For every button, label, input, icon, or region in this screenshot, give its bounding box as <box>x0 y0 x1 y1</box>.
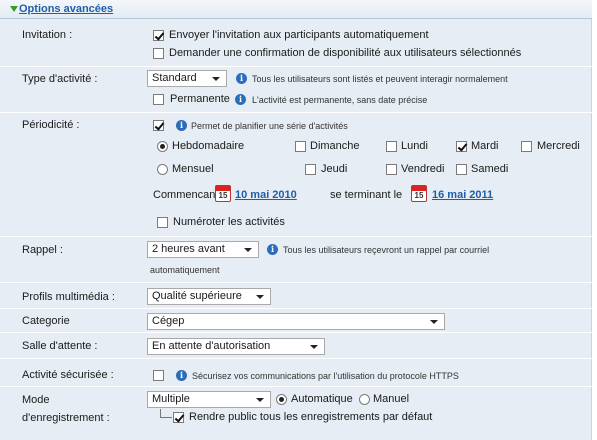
ask-confirmation-checkbox[interactable] <box>153 48 164 59</box>
public-recordings-label: Rendre public tous les enregistrements p… <box>189 411 433 423</box>
secure-info: Sécurisez vos communications par l'utili… <box>192 371 459 381</box>
recording-label-line2: d'enregistrement : <box>22 412 110 424</box>
waiting-room-value: En attente d'autorisation <box>152 340 271 352</box>
automatic-label: Automatique <box>291 393 353 405</box>
info-icon: i <box>176 120 187 131</box>
calendar-icon[interactable]: 15 <box>411 185 427 202</box>
activity-type-value: Standard <box>152 72 197 84</box>
wednesday-checkbox[interactable] <box>521 141 532 152</box>
send-invitation-checkbox[interactable] <box>153 30 164 41</box>
number-activities-label: Numéroter les activités <box>173 216 285 228</box>
public-recordings-checkbox[interactable] <box>173 412 184 423</box>
periodicity-info: Permet de planifier une série d'activité… <box>191 121 348 131</box>
activity-type-label: Type d'activité : <box>22 73 98 85</box>
end-label: se terminant le <box>330 189 403 201</box>
reminder-info-line1: Tous les utilisateurs reçevront un rappe… <box>283 245 490 255</box>
recording-row: Mode d'enregistrement : Multiple Automat… <box>0 386 592 440</box>
recording-mode-select[interactable]: Multiple <box>147 391 271 408</box>
reminder-label: Rappel : <box>22 244 63 256</box>
periodicity-row: Périodicité : i Permet de planifier une … <box>0 112 592 236</box>
profiles-label: Profils multimédia : <box>22 291 115 303</box>
saturday-label: Samedi <box>471 163 509 175</box>
section-title-link[interactable]: Options avancées <box>19 3 113 15</box>
profiles-row: Profils multimédia : Qualité supérieure <box>0 282 592 308</box>
weekly-radio[interactable] <box>157 141 168 152</box>
secure-row: Activité sécurisée : i Sécurisez vos com… <box>0 358 592 386</box>
info-icon: i <box>235 94 246 105</box>
friday-label: Vendredi <box>401 163 445 175</box>
calendar-icon[interactable]: 15 <box>215 185 231 202</box>
reminder-select[interactable]: 2 heures avant <box>147 241 259 258</box>
chevron-down-icon <box>310 345 318 349</box>
category-label: Categorie <box>22 315 70 327</box>
thursday-checkbox[interactable] <box>305 164 316 175</box>
number-activities-checkbox[interactable] <box>157 217 168 228</box>
tuesday-checkbox[interactable] <box>456 141 467 152</box>
tree-connector <box>160 409 172 418</box>
profiles-value: Qualité supérieure <box>152 290 242 302</box>
info-icon: i <box>267 244 278 255</box>
waiting-room-row: Salle d'attente : En attente d'autorisat… <box>0 332 592 358</box>
automatic-radio[interactable] <box>276 394 287 405</box>
start-date-link[interactable]: 10 mai 2010 <box>235 189 297 201</box>
sunday-label: Dimanche <box>310 140 360 152</box>
recording-label-line1: Mode <box>22 394 50 406</box>
send-invitation-text: Envoyer l'invitation aux participants au… <box>169 29 429 41</box>
profiles-select[interactable]: Qualité supérieure <box>147 288 271 305</box>
info-icon: i <box>176 370 187 381</box>
monday-label: Lundi <box>401 140 428 152</box>
category-row: Categorie Cégep <box>0 308 592 332</box>
invitation-row: Invitation : Envoyer l'invitation aux pa… <box>0 24 592 66</box>
activity-type-info: Tous les utilisateurs sont listés et peu… <box>252 74 508 84</box>
weekly-label: Hebdomadaire <box>172 140 245 152</box>
secure-checkbox[interactable] <box>153 370 164 381</box>
wednesday-label: Mercredi <box>537 140 580 152</box>
sunday-checkbox[interactable] <box>295 141 306 152</box>
end-date-link[interactable]: 16 mai 2011 <box>432 189 493 201</box>
info-icon: i <box>236 73 247 84</box>
monday-checkbox[interactable] <box>386 141 397 152</box>
reminder-row: Rappel : 2 heures avant i Tous les utili… <box>0 236 592 282</box>
chevron-down-icon <box>256 295 264 299</box>
chevron-down-icon <box>212 77 220 81</box>
friday-checkbox[interactable] <box>386 164 397 175</box>
waiting-room-select[interactable]: En attente d'autorisation <box>147 338 325 355</box>
periodicity-checkbox[interactable] <box>153 120 164 131</box>
advanced-options-panel: Options avancées Invitation : Envoyer l'… <box>0 0 592 440</box>
periodicity-label: Périodicité : <box>22 119 80 131</box>
activity-type-select[interactable]: Standard <box>147 70 227 87</box>
chevron-down-icon <box>256 398 264 402</box>
activity-type-row: Type d'activité : Standard i Tous les ut… <box>0 66 592 112</box>
calendar-day: 15 <box>218 191 228 200</box>
reminder-value: 2 heures avant <box>152 243 225 255</box>
waiting-room-label: Salle d'attente : <box>22 340 98 352</box>
monthly-label: Mensuel <box>172 163 214 175</box>
recording-mode-value: Multiple <box>152 393 190 405</box>
manual-label: Manuel <box>373 393 410 405</box>
permanent-label: Permanente <box>170 93 230 105</box>
chevron-down-icon <box>430 320 438 324</box>
ask-confirmation-text: Demander une confirmation de disponibili… <box>169 47 522 59</box>
expand-triangle-icon[interactable] <box>10 6 18 12</box>
permanent-info: L'activité est permanente, sans date pré… <box>252 95 428 105</box>
invitation-label: Invitation : <box>22 29 73 41</box>
chevron-down-icon <box>244 248 252 252</box>
calendar-day: 15 <box>414 191 424 200</box>
monthly-radio[interactable] <box>157 164 168 175</box>
thursday-label: Jeudi <box>321 163 348 175</box>
category-select[interactable]: Cégep <box>147 313 445 330</box>
saturday-checkbox[interactable] <box>456 164 467 175</box>
reminder-info-line2: automatiquement <box>150 265 220 275</box>
manual-radio[interactable] <box>359 394 370 405</box>
permanent-checkbox[interactable] <box>153 94 164 105</box>
panel-header[interactable]: Options avancées <box>0 0 592 19</box>
tuesday-label: Mardi <box>471 140 499 152</box>
secure-label: Activité sécurisée : <box>22 369 114 381</box>
category-value: Cégep <box>152 315 185 327</box>
